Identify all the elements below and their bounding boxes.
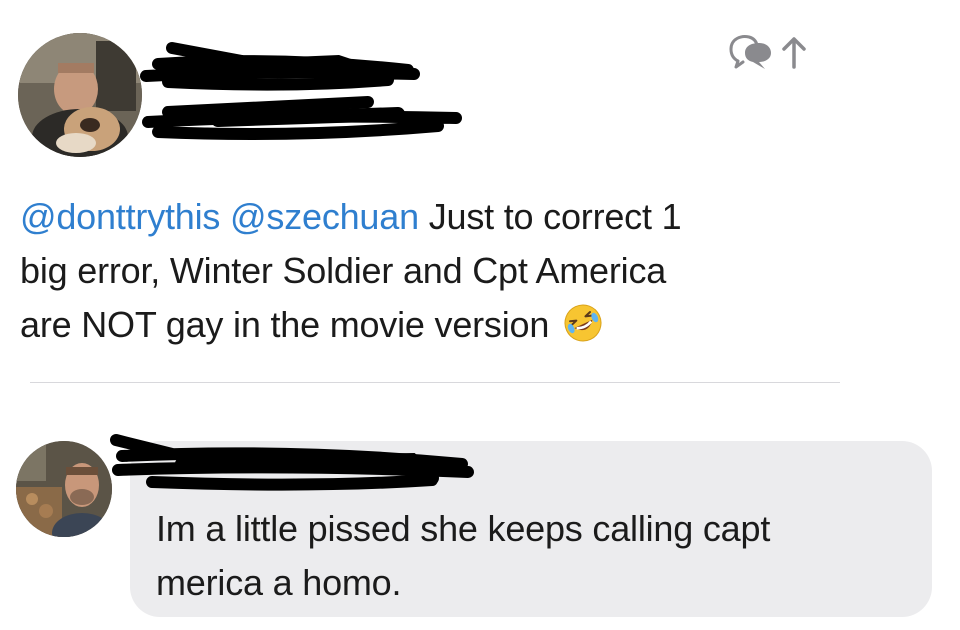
tweet-text-line: are NOT gay in the movie version (20, 304, 550, 345)
reply-text-line: Im a little pissed she keeps calling cap… (156, 508, 771, 549)
share-arrow-icon[interactable] (779, 31, 809, 71)
redacted-reply-author-name (110, 434, 474, 498)
tweet-header-actions (725, 28, 821, 74)
tweet-text-line: Just to correct 1 (418, 196, 682, 237)
tweet-text: @donttrythis @szechuan Just to correct 1… (20, 190, 820, 352)
reply-text-line: merica a homo. (156, 562, 402, 603)
mention-link[interactable]: @donttrythis (20, 196, 220, 237)
reply-text: Im a little pissed she keeps calling cap… (156, 502, 916, 610)
redacted-handle (138, 96, 462, 140)
tweet-screen: @donttrythis @szechuan Just to correct 1… (0, 0, 960, 630)
tweet-author-avatar[interactable] (18, 33, 142, 157)
redacted-display-name (138, 42, 420, 91)
reply-conversation-icon[interactable] (725, 31, 773, 71)
tweet-text-line: big error, Winter Soldier and Cpt Americ… (20, 250, 667, 291)
rolling-laughing-emoji-icon (563, 303, 603, 343)
mention-link[interactable]: @szechuan (230, 196, 419, 237)
section-divider (30, 382, 840, 383)
reply-author-avatar[interactable] (16, 441, 112, 537)
